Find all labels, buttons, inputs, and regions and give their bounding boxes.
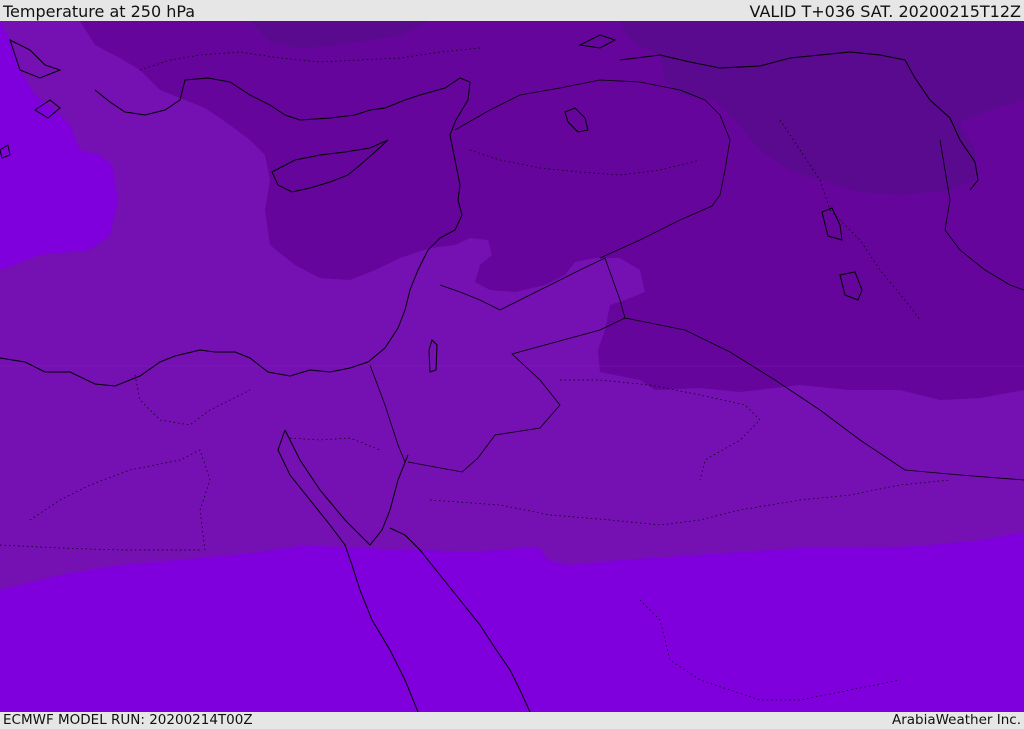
header-bar: Temperature at 250 hPa VALID T+036 SAT. … xyxy=(0,0,1024,21)
model-run-label: ECMWF MODEL RUN: 20200214T00Z xyxy=(3,711,253,728)
temperature-map xyxy=(0,21,1024,712)
footer-bar: ECMWF MODEL RUN: 20200214T00Z ArabiaWeat… xyxy=(0,712,1024,729)
weather-map-frame: Temperature at 250 hPa VALID T+036 SAT. … xyxy=(0,0,1024,729)
map-canvas xyxy=(0,21,1024,712)
map-title: Temperature at 250 hPa xyxy=(3,2,196,21)
credit-label: ArabiaWeather Inc. xyxy=(891,711,1021,728)
valid-time-label: VALID T+036 SAT. 20200215T12Z xyxy=(749,2,1021,21)
